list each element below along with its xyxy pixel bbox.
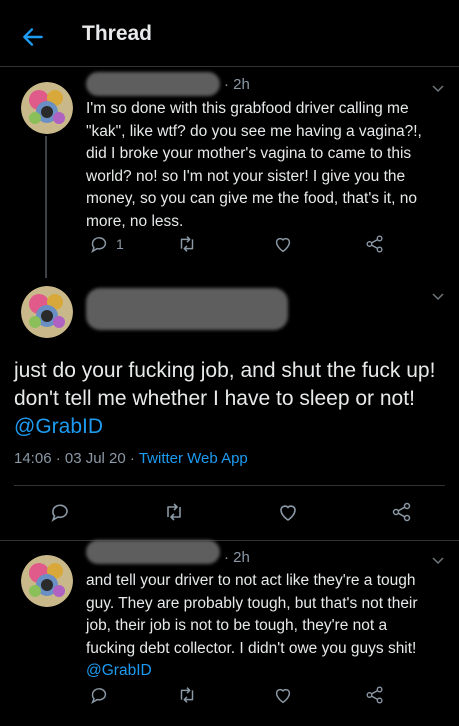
reply-icon[interactable]	[88, 684, 110, 706]
tweet-timestamp: 14:06 · 03 Jul 20 ·	[14, 450, 135, 467]
avatar-image	[21, 286, 73, 338]
redacted-username	[86, 72, 220, 96]
tweet-body: and tell your driver to not act like the…	[86, 572, 418, 657]
tweet-text: and tell your driver to not act like the…	[86, 570, 438, 683]
mention-link[interactable]: @GrabID	[86, 662, 152, 679]
chevron-down-icon[interactable]	[430, 288, 446, 304]
share-icon[interactable]	[364, 233, 386, 255]
reply-icon[interactable]	[88, 233, 110, 255]
tweet-body: just do your fucking job, and shut the f…	[14, 359, 436, 410]
tweet-text: I'm so done with this grabfood driver ca…	[86, 100, 422, 230]
action-divider	[14, 485, 445, 486]
back-arrow-icon[interactable]	[20, 24, 46, 50]
chevron-down-icon[interactable]	[430, 552, 446, 568]
chevron-down-icon[interactable]	[430, 80, 446, 96]
tweet-time: · 2h	[224, 76, 250, 93]
share-icon[interactable]	[364, 684, 386, 706]
share-icon[interactable]	[390, 500, 414, 524]
tweet-text: just do your fucking job, and shut the f…	[14, 357, 446, 441]
redacted-username	[86, 288, 288, 330]
source-link[interactable]: Twitter Web App	[139, 450, 248, 467]
avatar-image	[21, 555, 73, 607]
retweet-icon[interactable]	[176, 684, 198, 706]
reply-count: 1	[116, 236, 124, 252]
avatar-image	[21, 82, 73, 134]
tweet-time: · 2h	[224, 549, 250, 566]
heart-icon[interactable]	[272, 233, 294, 255]
heart-icon[interactable]	[272, 684, 294, 706]
reply-icon[interactable]	[48, 500, 72, 524]
mention-link[interactable]: @GrabID	[14, 415, 103, 438]
avatar[interactable]	[21, 82, 73, 134]
tweet-meta: 14:06 · 03 Jul 20 · Twitter Web App	[14, 450, 248, 467]
heart-icon[interactable]	[276, 500, 300, 524]
retweet-icon[interactable]	[176, 233, 198, 255]
tweet-divider	[0, 540, 459, 541]
page-title: Thread	[82, 22, 153, 45]
retweet-icon[interactable]	[162, 500, 186, 524]
redacted-username	[86, 540, 220, 564]
avatar[interactable]	[21, 286, 73, 338]
header-divider	[0, 66, 459, 67]
thread-connector	[45, 136, 47, 278]
avatar[interactable]	[21, 555, 73, 607]
